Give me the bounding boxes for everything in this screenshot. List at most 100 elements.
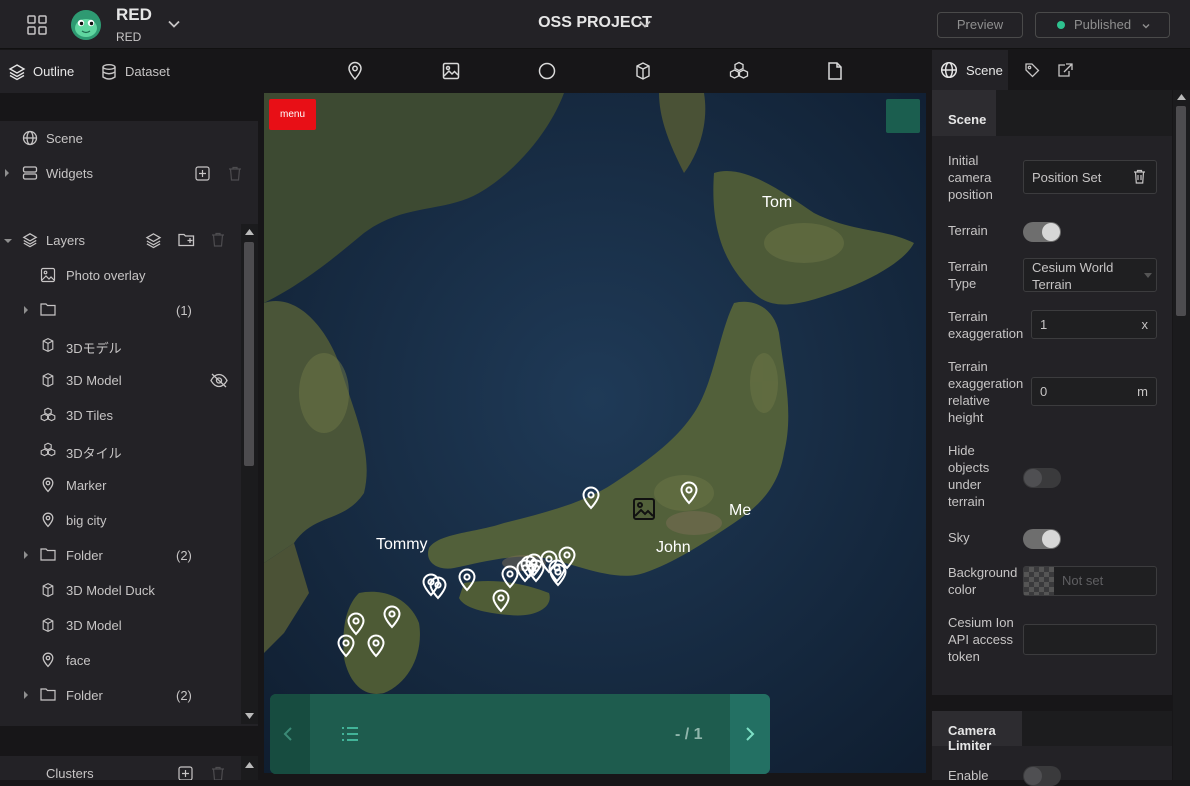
layer-item[interactable]: 3D Tiles: [0, 398, 240, 433]
clusters-section: Clusters: [0, 756, 258, 780]
caret-down-icon[interactable]: [4, 238, 12, 244]
layer-item[interactable]: 3D Model: [0, 363, 240, 398]
layer-item[interactable]: 3Dモデル: [0, 328, 240, 363]
add-folder-icon[interactable]: [178, 232, 195, 247]
terrain-type-select[interactable]: Cesium World Terrain: [1023, 258, 1157, 292]
layer-item[interactable]: Photo overlay: [0, 258, 240, 293]
top-bar: RED RED OSS PROJECT Preview Published: [0, 0, 1190, 49]
left-panel: Outline Dataset Scene Widgets Layers Pho…: [0, 50, 262, 780]
map-viewport[interactable]: menu Tom Tommy Me John: [264, 93, 926, 773]
workspace-chevron-down-icon[interactable]: [166, 16, 182, 32]
map-widget-button[interactable]: [886, 99, 920, 133]
add-layer-icon[interactable]: [145, 232, 162, 249]
publish-status-dot: [1057, 21, 1065, 29]
layer-item[interactable]: Folder (2): [0, 678, 240, 713]
add-cluster-icon[interactable]: [178, 766, 193, 780]
widgets-icon: [22, 165, 38, 181]
layers-scrollbar[interactable]: [241, 224, 258, 724]
map-menu-button[interactable]: menu: [269, 99, 316, 130]
map-label-tommy: Tommy: [376, 536, 428, 553]
widgets-item[interactable]: Widgets: [0, 156, 258, 191]
initial-camera-field[interactable]: Position Set: [1023, 160, 1157, 194]
layers-header[interactable]: Layers: [0, 223, 240, 258]
tab-outline[interactable]: Outline: [0, 50, 90, 93]
tiles-icon: [40, 407, 56, 423]
layer-item[interactable]: face: [0, 643, 240, 678]
map-marker-icon[interactable]: [366, 634, 386, 658]
workspace-name[interactable]: RED: [116, 5, 152, 25]
layer-item[interactable]: 3Dタイル: [0, 433, 240, 468]
background-color-value: Not set: [1062, 573, 1104, 588]
color-swatch[interactable]: [1024, 567, 1054, 595]
layers-scroll-thumb[interactable]: [244, 242, 254, 466]
marker-tool-icon[interactable]: [345, 61, 365, 81]
model-tool-icon[interactable]: [633, 61, 653, 81]
caret-right-icon[interactable]: [23, 691, 29, 699]
map-marker-icon[interactable]: [548, 563, 568, 587]
hide-objects-toggle[interactable]: [1023, 468, 1061, 488]
carousel-prev-button[interactable]: [270, 694, 310, 774]
terrain-toggle[interactable]: [1023, 222, 1061, 242]
list-icon[interactable]: [342, 727, 358, 741]
delete-widget-icon[interactable]: [228, 166, 242, 181]
clusters-scrollbar[interactable]: [241, 756, 258, 780]
caret-right-icon[interactable]: [23, 551, 29, 559]
carousel-next-button[interactable]: [730, 694, 770, 774]
layer-item[interactable]: (1): [0, 293, 240, 328]
layers-icon: [8, 63, 26, 80]
project-chevron-down-icon[interactable]: [637, 16, 653, 32]
background-color-field[interactable]: Not set: [1023, 566, 1157, 596]
layer-item-label: Marker: [66, 478, 107, 493]
scene-section-title: Scene: [932, 90, 996, 136]
file-tool-icon[interactable]: [825, 61, 845, 81]
eye-off-icon[interactable]: [210, 373, 228, 388]
caret-right-icon[interactable]: [23, 306, 29, 314]
sky-label: Sky: [948, 530, 970, 545]
delete-layer-icon[interactable]: [211, 232, 225, 247]
app-grid-icon[interactable]: [26, 14, 48, 36]
map-marker-icon[interactable]: [457, 568, 477, 592]
terrain-exaggeration-input[interactable]: 1 x: [1031, 310, 1157, 339]
cesium-ion-input[interactable]: [1023, 624, 1157, 655]
layer-item[interactable]: big city: [0, 503, 240, 538]
camera-limiter-toggle[interactable]: [1023, 766, 1061, 786]
map-photo-overlay-icon[interactable]: [632, 497, 656, 521]
sphere-tool-icon[interactable]: [537, 61, 557, 81]
widgets-item-label: Widgets: [46, 166, 93, 181]
tab-tags[interactable]: [1024, 50, 1040, 90]
caret-right-icon[interactable]: [4, 169, 10, 177]
map-marker-icon[interactable]: [382, 605, 402, 629]
map-marker-icon[interactable]: [581, 486, 601, 510]
publish-button[interactable]: Published: [1035, 12, 1170, 38]
preview-button[interactable]: Preview: [937, 12, 1023, 38]
tab-export[interactable]: [1056, 50, 1074, 90]
sky-toggle[interactable]: [1023, 529, 1061, 549]
image-tool-icon[interactable]: [441, 61, 461, 81]
terrain-relative-height-input[interactable]: 0 m: [1031, 377, 1157, 406]
delete-cluster-icon[interactable]: [211, 766, 225, 780]
tab-dataset[interactable]: Dataset: [100, 50, 190, 93]
map-marker-icon[interactable]: [336, 634, 356, 658]
marker-icon: [40, 477, 56, 493]
properties-scrollbar[interactable]: [1173, 90, 1190, 780]
layer-item[interactable]: Marker: [0, 468, 240, 503]
tileset-tool-icon[interactable]: [729, 61, 749, 81]
tab-scene[interactable]: Scene: [932, 50, 1008, 90]
properties-scroll-thumb[interactable]: [1176, 106, 1186, 316]
layer-item[interactable]: Folder (2): [0, 538, 240, 573]
map-marker-icon[interactable]: [346, 612, 366, 636]
globe-icon: [940, 61, 958, 79]
layer-item[interactable]: 3D Model: [0, 608, 240, 643]
trash-icon[interactable]: [1133, 169, 1146, 184]
workspace-avatar[interactable]: [71, 10, 101, 40]
add-widget-icon[interactable]: [195, 166, 210, 181]
cesium-ion-label: Cesium Ion API access token: [948, 615, 1014, 664]
map-marker-icon[interactable]: [679, 481, 699, 505]
layer-item[interactable]: 3D Model Duck: [0, 573, 240, 608]
folder-icon: [40, 547, 56, 561]
tab-dataset-label: Dataset: [125, 64, 170, 79]
map-marker-icon[interactable]: [421, 573, 441, 597]
map-marker-icon[interactable]: [491, 589, 511, 613]
clusters-header[interactable]: Clusters: [0, 756, 240, 780]
scene-item[interactable]: Scene: [0, 121, 240, 156]
